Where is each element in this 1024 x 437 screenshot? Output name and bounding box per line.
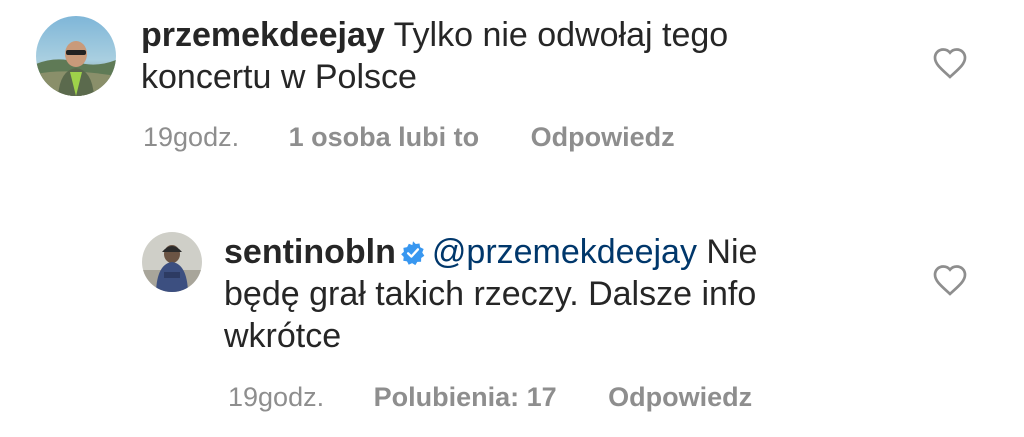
comment-item: przemekdeejay Tylko nie odwołaj tego kon… bbox=[0, 0, 1024, 200]
avatar[interactable] bbox=[142, 232, 202, 292]
comment-likes-count[interactable]: Polubienia: 17 bbox=[374, 381, 557, 413]
comment-meta: 19godz. Polubienia: 17 Odpowiedz bbox=[228, 381, 752, 413]
heart-outline-icon bbox=[933, 48, 967, 79]
comment-likes-count[interactable]: 1 osoba lubi to bbox=[289, 121, 480, 153]
reply-button[interactable]: Odpowiedz bbox=[608, 381, 752, 413]
like-button[interactable] bbox=[932, 263, 968, 297]
comment-body: będę grał takich rzeczy. Dalsze info bbox=[224, 275, 757, 313]
comment-body: wkrótce bbox=[224, 317, 342, 355]
heart-outline-icon bbox=[933, 265, 967, 296]
comment-meta: 19godz. 1 osoba lubi to Odpowiedz bbox=[143, 121, 675, 153]
comment-username[interactable]: sentinobln bbox=[224, 233, 396, 271]
reply-button[interactable]: Odpowiedz bbox=[531, 121, 675, 153]
verified-badge-icon bbox=[400, 240, 426, 266]
reply-comment-item: sentinobln @przemekdeejay Nie będę grał … bbox=[0, 200, 1024, 437]
comment-body: Nie bbox=[706, 233, 758, 271]
comment-text: przemekdeejay Tylko nie odwołaj tego kon… bbox=[141, 14, 861, 98]
comment-username[interactable]: przemekdeejay bbox=[141, 16, 385, 54]
comment-time[interactable]: 19godz. bbox=[143, 121, 239, 153]
avatar[interactable] bbox=[36, 16, 116, 96]
comment-text: sentinobln @przemekdeejay Nie będę grał … bbox=[224, 231, 924, 357]
comment-time[interactable]: 19godz. bbox=[228, 381, 324, 413]
like-button[interactable] bbox=[932, 46, 968, 80]
user-mention-link[interactable]: @przemekdeejay bbox=[432, 233, 697, 271]
